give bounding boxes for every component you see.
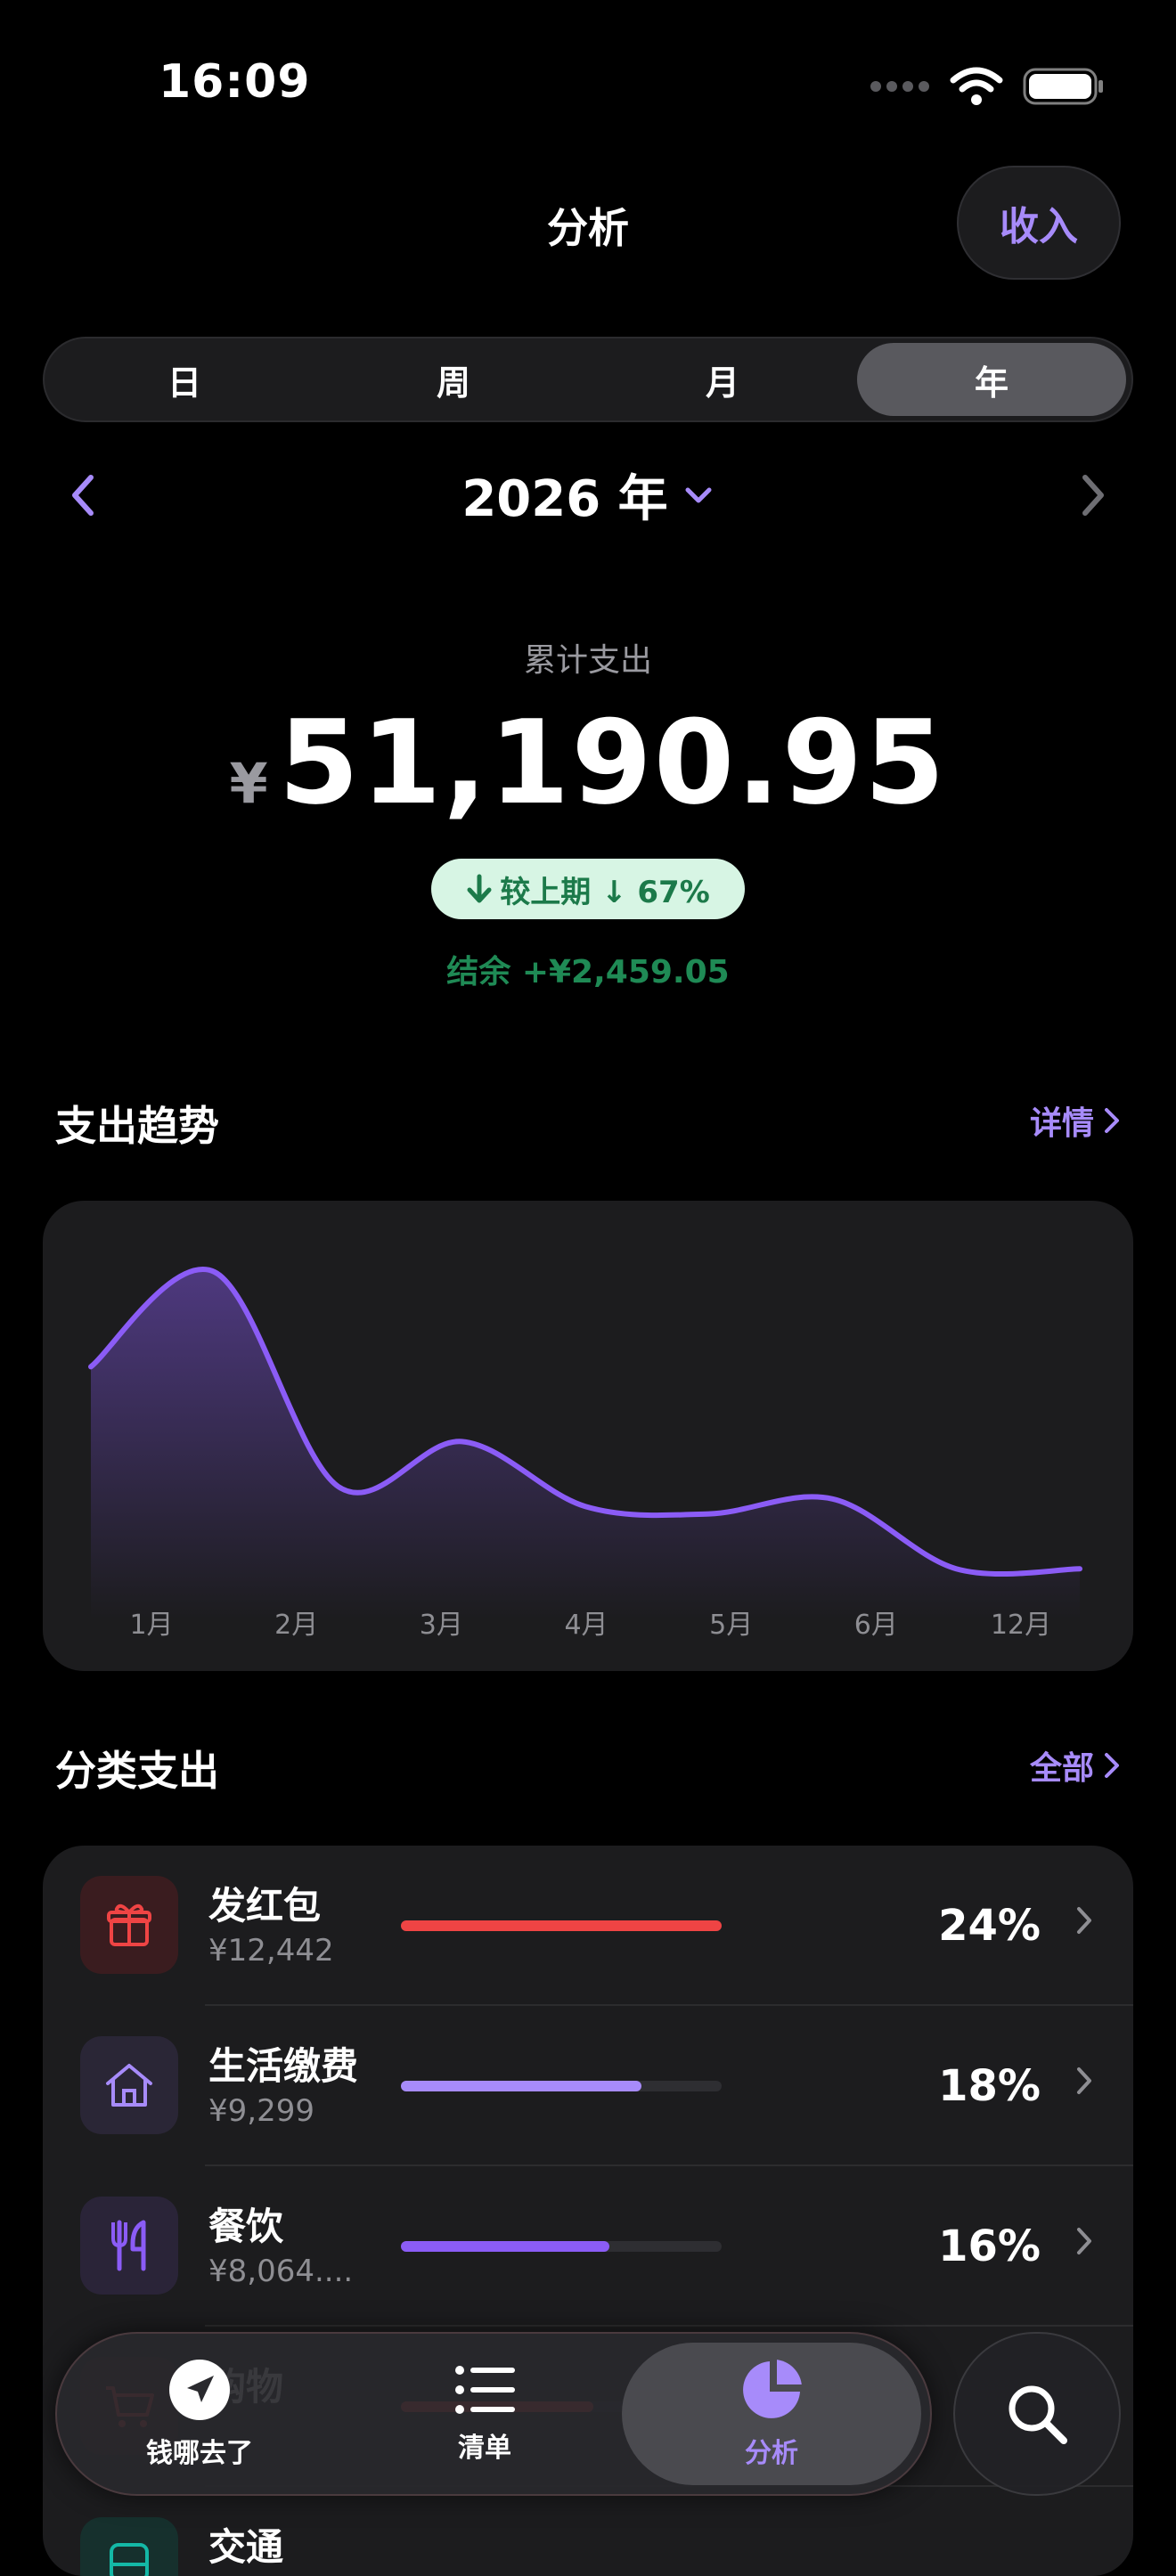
trend-detail-link[interactable]: 详情 xyxy=(1030,1097,1121,1144)
category-section-title: 分类支出 xyxy=(55,1747,219,1795)
chevron-right-icon xyxy=(1077,1907,1091,1934)
category-percent: 24% xyxy=(938,1901,1041,1951)
category-bar-fill xyxy=(401,2081,641,2091)
battery-icon xyxy=(1023,68,1103,105)
tab-label: 分析 xyxy=(745,2438,798,2469)
arrow-down-icon xyxy=(467,874,492,903)
search-icon xyxy=(1009,2385,1067,2444)
tab-bar: 钱哪去了 清单 分析 xyxy=(55,2332,932,2496)
income-button[interactable]: 收入 xyxy=(957,166,1121,280)
trend-area xyxy=(91,1269,1080,1619)
category-amount: ¥8,064.... xyxy=(208,2254,354,2289)
category-amount: ¥9,299 xyxy=(208,2093,314,2129)
tab-where-money-went[interactable]: 钱哪去了 xyxy=(66,2334,333,2494)
trend-section-title: 支出趋势 xyxy=(55,1102,219,1150)
gift-icon xyxy=(80,1876,178,1974)
chevron-right-icon xyxy=(1077,2067,1091,2094)
category-row-transport[interactable]: 交通 xyxy=(43,2487,1133,2576)
list-icon xyxy=(455,2366,515,2414)
period-label: 2026 年 xyxy=(461,470,668,528)
category-bar-fill xyxy=(401,2241,609,2252)
tab-analysis[interactable]: 分析 xyxy=(622,2343,921,2485)
compare-text: 较上期 ↓ 67% xyxy=(500,874,710,910)
total-amount-row: ¥ 51,190.95 xyxy=(0,695,1176,830)
x-axis-label: 12月 xyxy=(991,1610,1051,1641)
segment-week[interactable]: 周 xyxy=(319,343,588,416)
category-name: 发红包 xyxy=(208,1884,322,1928)
period-selector[interactable]: 2026 年 xyxy=(0,459,1176,531)
compare-badge: 较上期 ↓ 67% xyxy=(431,859,745,919)
category-all-link[interactable]: 全部 xyxy=(1030,1742,1121,1789)
category-bar-track xyxy=(401,2241,722,2252)
search-button[interactable] xyxy=(953,2332,1121,2496)
category-name: 生活缴费 xyxy=(208,2044,359,2088)
status-time: 16:09 xyxy=(159,55,311,109)
category-bar-track xyxy=(401,1920,722,1931)
total-label: 累计支出 xyxy=(523,642,652,679)
category-row-dining[interactable]: 餐饮 ¥8,064.... 16% xyxy=(43,2166,1133,2327)
tab-label: 清单 xyxy=(458,2433,511,2464)
x-axis-label: 2月 xyxy=(274,1610,318,1641)
tab-label: 钱哪去了 xyxy=(146,2438,253,2469)
x-axis-label: 4月 xyxy=(564,1610,608,1641)
chevron-right-icon xyxy=(1077,2228,1091,2254)
segment-year[interactable]: 年 xyxy=(857,343,1126,416)
period-segmented-control: 日 周 月 年 xyxy=(43,337,1133,422)
balance-text: 结余 +¥2,459.05 xyxy=(446,954,730,990)
wifi-icon xyxy=(950,67,1003,105)
category-name: 餐饮 xyxy=(208,2205,284,2248)
category-percent: 18% xyxy=(938,2061,1041,2111)
x-axis-label: 1月 xyxy=(129,1610,173,1641)
bus-icon xyxy=(80,2517,178,2576)
category-amount: ¥12,442 xyxy=(208,1933,334,1969)
chevron-right-icon xyxy=(1105,1108,1119,1133)
tab-list[interactable]: 清单 xyxy=(351,2334,618,2494)
x-axis-label: 6月 xyxy=(854,1610,898,1641)
chevron-down-icon xyxy=(685,487,712,502)
utensils-icon xyxy=(80,2197,178,2295)
total-amount: 51,190.95 xyxy=(278,695,947,830)
segment-month[interactable]: 月 xyxy=(588,343,857,416)
pie-chart-icon xyxy=(743,2360,802,2418)
category-name: 交通 xyxy=(208,2525,284,2569)
home-icon xyxy=(80,2036,178,2134)
segment-day[interactable]: 日 xyxy=(50,343,319,416)
category-percent: 16% xyxy=(938,2221,1041,2271)
x-axis-label: 3月 xyxy=(420,1610,463,1641)
category-row-red-packet[interactable]: 发红包 ¥12,442 24% xyxy=(43,1846,1133,2006)
x-axis-label: 5月 xyxy=(709,1610,753,1641)
chevron-right-icon[interactable] xyxy=(1078,470,1110,520)
chevron-right-icon xyxy=(1105,1753,1119,1778)
category-bar-track xyxy=(401,2081,722,2091)
cellular-signal-icon xyxy=(870,81,929,92)
category-bar-fill xyxy=(401,1920,722,1931)
trend-detail-label: 详情 xyxy=(1029,1105,1094,1142)
category-all-label: 全部 xyxy=(1029,1750,1094,1787)
trend-chart: 1月 2月 3月 4月 5月 6月 12月 xyxy=(88,1267,1082,1641)
trend-chart-card: 1月 2月 3月 4月 5月 6月 12月 xyxy=(43,1201,1133,1671)
navigation-arrow-icon xyxy=(169,2360,230,2420)
status-icons xyxy=(870,66,1105,107)
currency-symbol: ¥ xyxy=(229,751,268,816)
category-row-utilities[interactable]: 生活缴费 ¥9,299 18% xyxy=(43,2006,1133,2166)
